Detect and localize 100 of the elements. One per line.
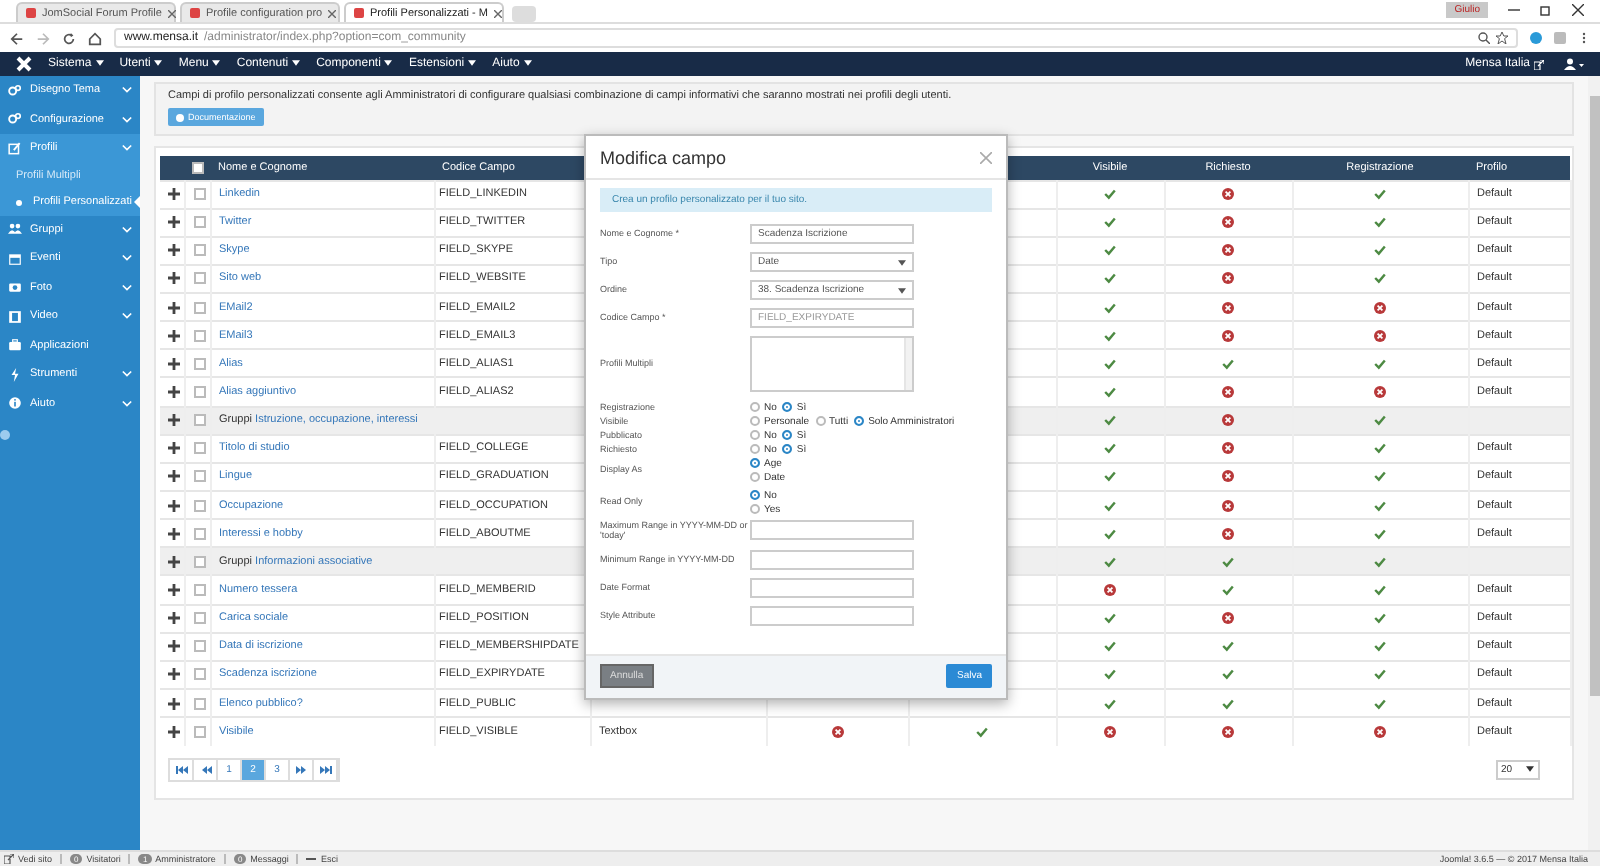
radio-button[interactable]: [782, 444, 793, 454]
drag-handle-icon[interactable]: [168, 470, 180, 483]
drag-handle-icon[interactable]: [168, 357, 180, 370]
drag-handle-icon[interactable]: [168, 555, 180, 568]
home-icon[interactable]: [88, 31, 102, 45]
row-checkbox[interactable]: [193, 329, 205, 342]
double-left-arrow-icon: [199, 765, 211, 774]
minimize-icon[interactable]: [1508, 4, 1520, 16]
drag-handle-icon[interactable]: [168, 188, 180, 201]
drag-handle-icon[interactable]: [168, 216, 180, 229]
last-page-button[interactable]: [314, 759, 338, 780]
caret-icon: [468, 59, 477, 66]
first-page-icon: [175, 765, 187, 774]
radio-button[interactable]: [750, 416, 760, 426]
row-checkbox[interactable]: [193, 612, 205, 625]
joomla-logo-icon[interactable]: [16, 56, 32, 72]
drag-handle-icon[interactable]: [168, 386, 180, 399]
restore-icon[interactable]: [1540, 4, 1552, 16]
drag-handle-icon[interactable]: [168, 414, 180, 427]
row-checkbox[interactable]: [193, 301, 205, 314]
row-checkbox[interactable]: [193, 386, 205, 399]
bullet-icon: [16, 199, 22, 205]
drag-handle-icon[interactable]: [168, 329, 180, 342]
row-checkbox[interactable]: [193, 244, 205, 257]
caret-icon: [898, 259, 906, 265]
row-checkbox[interactable]: [193, 668, 205, 681]
row-checkbox[interactable]: [193, 216, 205, 229]
listbox-field[interactable]: [750, 336, 914, 392]
radio-button[interactable]: [750, 472, 760, 482]
radio-button[interactable]: [750, 504, 760, 514]
drag-handle-icon[interactable]: [168, 697, 180, 710]
drag-handle-icon[interactable]: [168, 301, 180, 314]
drag-handle-icon[interactable]: [168, 725, 180, 738]
chevron-down-icon: [122, 225, 132, 234]
drag-handle-icon[interactable]: [168, 272, 180, 285]
reload-icon[interactable]: [62, 31, 76, 45]
drag-handle-icon[interactable]: [168, 668, 180, 681]
select-all-checkbox[interactable]: [192, 161, 204, 174]
input-field[interactable]: [750, 577, 914, 598]
row-checkbox[interactable]: [193, 527, 205, 540]
drag-handle-icon[interactable]: [168, 584, 180, 597]
first-page-button[interactable]: [170, 759, 194, 780]
input-field[interactable]: [750, 605, 914, 626]
row-checkbox[interactable]: [193, 499, 205, 512]
caret-icon: [1525, 766, 1533, 773]
chevron-down-icon: [122, 283, 132, 292]
minus-icon: [306, 854, 317, 864]
menu-icon[interactable]: [1578, 32, 1590, 44]
star-icon[interactable]: [1496, 32, 1508, 44]
caret-icon: [898, 287, 906, 293]
drag-handle-icon[interactable]: [168, 244, 180, 257]
close-icon[interactable]: [1572, 4, 1584, 16]
row-checkbox[interactable]: [193, 725, 205, 738]
chevron-down-icon: [122, 370, 132, 379]
double-right-arrow-icon: [295, 765, 307, 774]
radio-button[interactable]: [815, 416, 826, 426]
row-checkbox[interactable]: [193, 584, 205, 597]
caret-icon: [292, 59, 301, 66]
row-checkbox[interactable]: [193, 414, 205, 427]
drag-handle-icon[interactable]: [168, 527, 180, 540]
row-checkbox[interactable]: [193, 697, 205, 710]
radio-button[interactable]: [750, 458, 760, 468]
row-checkbox[interactable]: [193, 470, 205, 483]
last-page-icon: [319, 765, 331, 774]
radio-button[interactable]: [750, 430, 760, 440]
radio-button[interactable]: [782, 430, 793, 440]
drag-handle-icon[interactable]: [168, 442, 180, 455]
users-icon: [8, 222, 22, 237]
row-checkbox[interactable]: [193, 640, 205, 653]
radio-button[interactable]: [750, 490, 760, 500]
input-field[interactable]: [750, 549, 914, 570]
close-icon[interactable]: [494, 9, 502, 17]
drag-handle-icon[interactable]: [168, 499, 180, 512]
row-checkbox[interactable]: [193, 272, 205, 285]
bolt-icon: [8, 367, 22, 382]
camera-icon: [8, 280, 22, 295]
row-checkbox[interactable]: [193, 188, 205, 201]
row-checkbox[interactable]: [193, 357, 205, 370]
row-checkbox[interactable]: [193, 555, 205, 568]
radio-button[interactable]: [750, 402, 760, 412]
caret-icon: [523, 59, 532, 66]
edit-icon: [8, 141, 22, 156]
radio-button[interactable]: [854, 416, 865, 426]
caret-icon: [384, 59, 393, 66]
drag-handle-icon[interactable]: [168, 640, 180, 653]
chevron-down-icon: [122, 115, 132, 124]
gears-icon: [8, 83, 22, 98]
caret-icon: [95, 59, 104, 66]
caret-icon: [154, 59, 163, 66]
row-checkbox[interactable]: [193, 442, 205, 455]
radio-button[interactable]: [782, 402, 793, 412]
search-icon[interactable]: [1478, 32, 1490, 44]
film-icon: [8, 309, 22, 324]
user-icon[interactable]: [1564, 58, 1584, 70]
drag-handle-icon[interactable]: [168, 612, 180, 625]
next-page-button[interactable]: [290, 759, 314, 780]
gears-icon: [8, 112, 22, 127]
back-arrow-icon[interactable]: [10, 31, 24, 45]
input-field[interactable]: [750, 520, 914, 541]
radio-button[interactable]: [750, 444, 760, 454]
